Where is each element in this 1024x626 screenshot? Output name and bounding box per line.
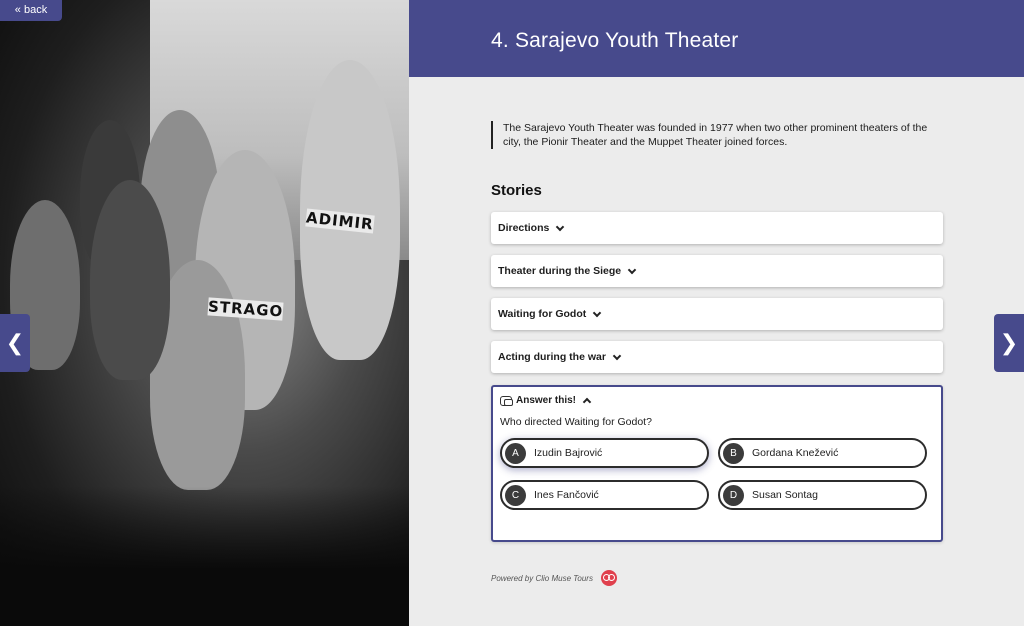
story-item-directions[interactable]: Directions xyxy=(491,212,943,244)
story-item-theater-during-the-siege[interactable]: Theater during the Siege xyxy=(491,255,943,287)
quiz-question: Who directed Waiting for Godot? xyxy=(500,416,652,428)
story-item-acting-during-the-war[interactable]: Acting during the war xyxy=(491,341,943,373)
prev-arrow-button[interactable]: ❮ xyxy=(0,314,30,372)
answer-option-d[interactable]: D Susan Sontag xyxy=(718,480,927,510)
answer-letter: D xyxy=(723,484,744,506)
story-label: Waiting for Godot xyxy=(498,308,587,320)
powered-by-text: Powered by Clio Muse Tours xyxy=(491,573,593,583)
main-content: The Sarajevo Youth Theater was founded i… xyxy=(491,77,943,586)
back-button[interactable]: « back xyxy=(0,0,62,21)
page-header: 4. Sarajevo Youth Theater xyxy=(409,0,1024,77)
chat-bubble-icon xyxy=(500,395,513,406)
answer-letter: B xyxy=(723,442,744,464)
answer-text: Izudin Bajrović xyxy=(534,447,603,459)
stories-heading: Stories xyxy=(491,182,542,199)
chevron-up-icon xyxy=(582,397,592,407)
chevron-down-icon xyxy=(627,265,637,274)
answer-text: Susan Sontag xyxy=(752,489,818,501)
story-item-waiting-for-godot[interactable]: Waiting for Godot xyxy=(491,298,943,330)
quiz-header[interactable]: Answer this! xyxy=(500,395,934,407)
answer-letter: A xyxy=(505,442,526,464)
quiz-header-label: Answer this! xyxy=(516,395,577,406)
intro-text: The Sarajevo Youth Theater was founded i… xyxy=(491,121,943,149)
answer-options: A Izudin Bajrović B Gordana Knežević C I… xyxy=(500,438,934,510)
story-label: Theater during the Siege xyxy=(498,265,622,277)
answer-letter: C xyxy=(505,484,526,506)
story-label: Acting during the war xyxy=(498,351,606,363)
story-label: Directions xyxy=(498,222,550,234)
theater-photo: ADIMIR STRAGO xyxy=(0,0,409,626)
answer-text: Ines Fančović xyxy=(534,489,599,501)
answer-option-a[interactable]: A Izudin Bajrović xyxy=(500,438,709,468)
photo-floor xyxy=(0,486,409,626)
clio-muse-logo-icon[interactable] xyxy=(600,570,617,586)
answer-option-b[interactable]: B Gordana Knežević xyxy=(718,438,927,468)
quiz-panel: Answer this! Who directed Waiting for Go… xyxy=(491,385,943,542)
answer-option-c[interactable]: C Ines Fančović xyxy=(500,480,709,510)
powered-by-footer: Powered by Clio Muse Tours xyxy=(491,570,943,586)
chevron-down-icon xyxy=(612,351,622,360)
photo-figure xyxy=(90,180,170,380)
stories-list: Directions Theater during the Siege Wait… xyxy=(491,212,943,373)
chevron-down-icon xyxy=(556,222,565,231)
next-arrow-button[interactable]: ❯ xyxy=(994,314,1024,372)
page-title: 4. Sarajevo Youth Theater xyxy=(491,29,739,52)
chevron-down-icon xyxy=(593,308,602,317)
answer-text: Gordana Knežević xyxy=(752,447,839,459)
